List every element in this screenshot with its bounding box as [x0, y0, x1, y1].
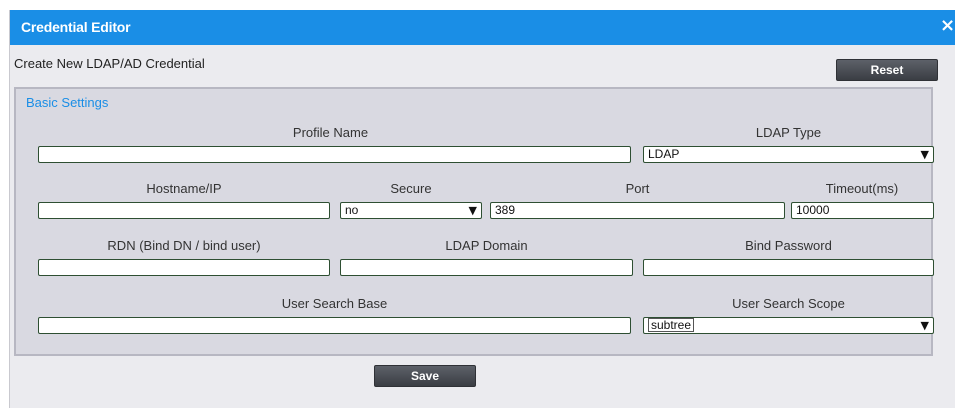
ldap-domain-label: LDAP Domain [445, 238, 528, 253]
form-subtitle: Create New LDAP/AD Credential [14, 56, 205, 71]
secure-select[interactable]: no ▼ [340, 202, 482, 219]
user-search-scope-label: User Search Scope [732, 296, 845, 311]
hostname-input[interactable] [38, 202, 330, 219]
user-search-base-input[interactable] [38, 317, 631, 334]
chevron-down-icon: ▼ [468, 204, 477, 217]
user-search-base-label: User Search Base [281, 296, 388, 311]
section-legend: Basic Settings [26, 95, 109, 110]
timeout-input[interactable]: 10000 [791, 202, 934, 219]
port-label: Port [625, 181, 650, 196]
port-input[interactable]: 389 [490, 202, 785, 219]
chevron-down-icon: ▼ [920, 148, 929, 161]
chevron-down-icon: ▼ [920, 319, 929, 332]
secure-label: Secure [390, 181, 432, 196]
reset-button[interactable]: Reset [836, 59, 938, 81]
save-button[interactable]: Save [374, 365, 476, 387]
ldap-type-select[interactable]: LDAP ▼ [643, 146, 934, 163]
user-search-scope-select[interactable]: subtree ▼ [643, 317, 934, 334]
ldap-domain-input[interactable] [340, 259, 633, 276]
bind-password-label: Bind Password [745, 238, 832, 253]
hostname-label: Hostname/IP [146, 181, 222, 196]
rdn-input[interactable] [38, 259, 330, 276]
profile-name-input[interactable] [38, 146, 631, 163]
rdn-label: RDN (Bind DN / bind user) [107, 238, 261, 253]
ldap-type-label: LDAP Type [755, 125, 822, 140]
ldap-type-value: LDAP [648, 147, 680, 161]
bind-password-input[interactable] [643, 259, 934, 276]
secure-value: no [345, 203, 359, 217]
close-icon[interactable]: × [940, 14, 955, 38]
profile-name-label: Profile Name [292, 125, 369, 140]
title-bar: Credential Editor × [10, 10, 955, 45]
timeout-label: Timeout(ms) [825, 181, 899, 196]
user-search-scope-value: subtree [648, 318, 695, 332]
window-title: Credential Editor [21, 19, 131, 35]
